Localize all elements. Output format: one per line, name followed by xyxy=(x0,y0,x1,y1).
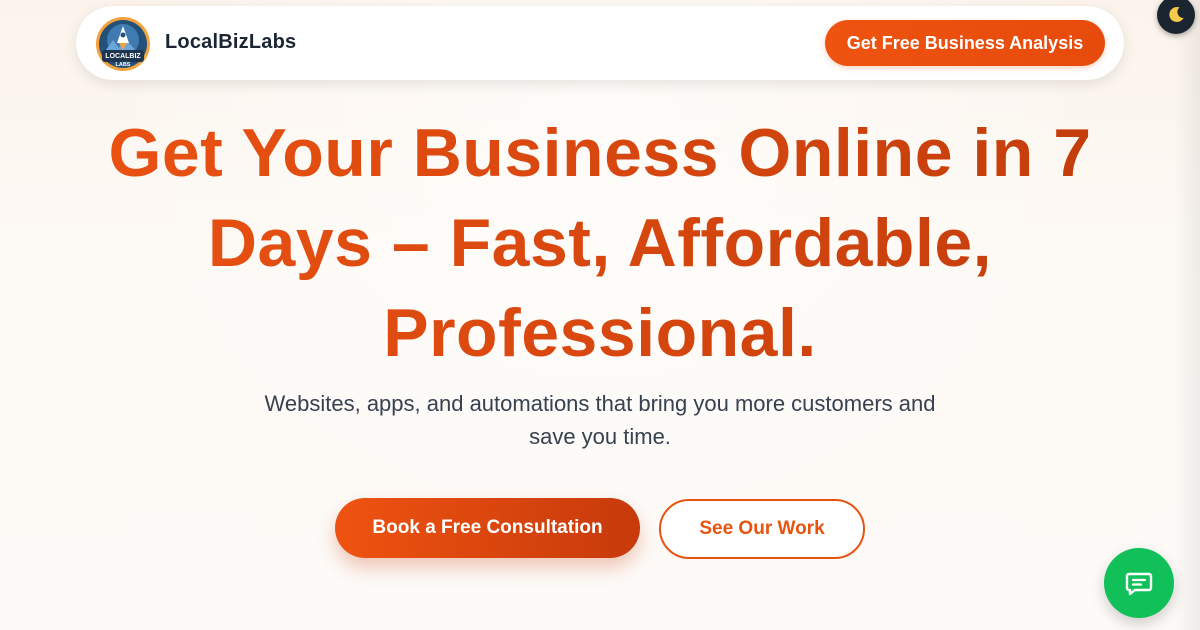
svg-text:LOCALBIZ: LOCALBIZ xyxy=(105,53,141,60)
see-our-work-button[interactable]: See Our Work xyxy=(659,499,865,559)
hero-title-line: Professional. xyxy=(383,295,817,371)
svg-text:LABS: LABS xyxy=(116,62,131,68)
moon-icon xyxy=(1169,7,1184,23)
logo-badge-icon: LOCALBIZ LABS xyxy=(96,17,150,71)
hero-subtitle: Websites, apps, and automations that bri… xyxy=(220,387,980,453)
chat-widget-button[interactable] xyxy=(1104,548,1174,618)
logo[interactable]: LOCALBIZ LABS xyxy=(95,16,151,72)
hero-title: Get Your Business Online in 7 Days – Fas… xyxy=(60,108,1140,378)
hero-title-line: Get Your Business Online in 7 xyxy=(108,115,1092,191)
site-header: LOCALBIZ LABS LocalBizLabs Get Free Busi… xyxy=(76,6,1124,80)
hero-subtitle-line: save you time. xyxy=(529,424,671,449)
hero-title-line: Days – Fast, Affordable, xyxy=(207,205,993,281)
book-consultation-button[interactable]: Book a Free Consultation xyxy=(335,498,640,558)
brand-name[interactable]: LocalBizLabs xyxy=(165,31,296,54)
page-edge-shadow xyxy=(1174,0,1200,630)
hero-subtitle-line: Websites, apps, and automations that bri… xyxy=(264,391,936,416)
get-free-analysis-button[interactable]: Get Free Business Analysis xyxy=(825,20,1105,66)
chat-bubble-icon xyxy=(1125,572,1153,596)
